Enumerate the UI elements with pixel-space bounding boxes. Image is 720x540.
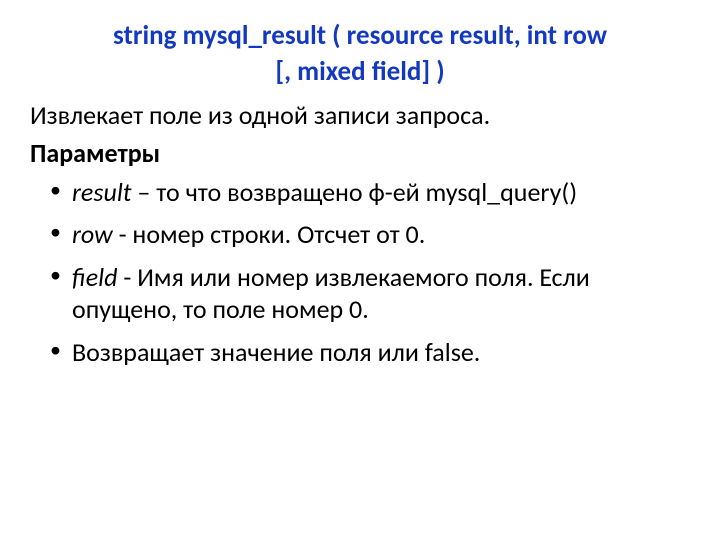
param-text: – то что возвращено ф-ей mysql_query() bbox=[132, 176, 578, 208]
list-item: result – то что возвращено ф-ей mysql_qu… bbox=[50, 176, 690, 209]
signature-line-2: [, mixed field] ) bbox=[275, 55, 444, 88]
param-text: - Имя или номер извлекаемого поля. Если … bbox=[72, 261, 590, 326]
param-name: result bbox=[72, 176, 132, 208]
slide: string mysql_result ( resource result, i… bbox=[0, 0, 720, 540]
list-item: row - номер строки. Отсчет от 0. bbox=[50, 218, 690, 251]
description: Извлекает поле из одной записи запроса. bbox=[30, 99, 690, 132]
param-name: field bbox=[72, 261, 118, 293]
params-list: result – то что возвращено ф-ей mysql_qu… bbox=[30, 176, 690, 369]
function-signature: string mysql_result ( resource result, i… bbox=[30, 18, 690, 91]
signature-line-1: string mysql_result ( resource result, i… bbox=[113, 19, 607, 52]
params-heading: Параметры bbox=[30, 137, 690, 170]
list-item: Возвращает значение поля или false. bbox=[50, 336, 690, 369]
list-item: field - Имя или номер извлекаемого поля.… bbox=[50, 261, 690, 326]
return-note: Возвращает значение поля или false. bbox=[72, 336, 480, 368]
param-text: - номер строки. Отсчет от 0. bbox=[113, 218, 426, 250]
param-name: row bbox=[72, 218, 113, 250]
